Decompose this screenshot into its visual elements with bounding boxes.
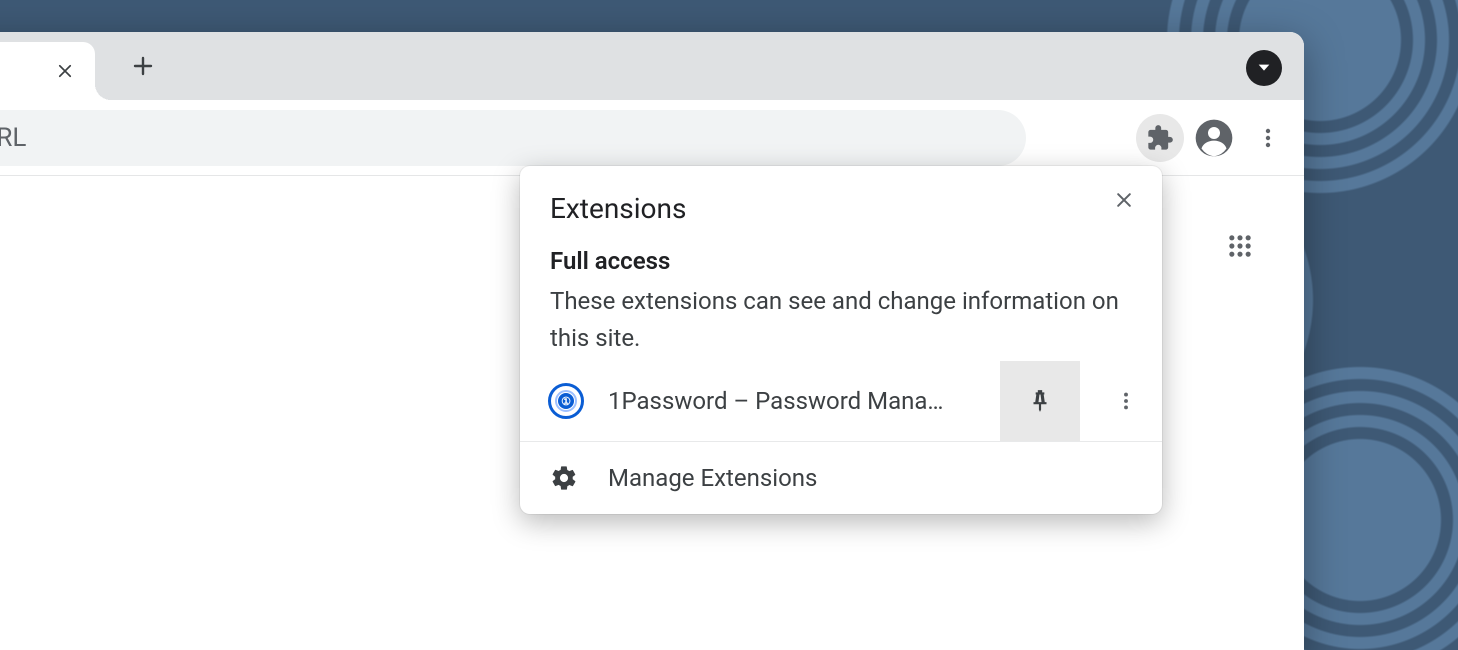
full-access-section: Full access These extensions can see and… xyxy=(520,231,1162,361)
caret-down-in-circle-icon xyxy=(1256,60,1272,76)
kebab-icon xyxy=(1256,126,1280,150)
close-tab-button[interactable] xyxy=(53,59,77,83)
profile-button[interactable] xyxy=(1190,114,1238,162)
extension-row: ① 1Password – Password Mana… xyxy=(520,361,1162,442)
active-tab[interactable] xyxy=(0,42,95,100)
address-input[interactable] xyxy=(0,122,1026,153)
close-icon xyxy=(56,62,74,80)
popup-title: Extensions xyxy=(550,192,686,225)
pin-icon xyxy=(1027,388,1053,414)
onepassword-glyph: ① xyxy=(558,393,574,409)
kebab-icon xyxy=(1115,390,1137,412)
toolbar: // show partial fragment as in screensho… xyxy=(0,100,1304,176)
person-circle-icon xyxy=(1194,118,1234,158)
extension-name[interactable]: 1Password – Password Mana… xyxy=(608,387,976,415)
new-tab-button[interactable] xyxy=(123,46,163,86)
plus-icon xyxy=(131,54,155,78)
google-apps-button[interactable] xyxy=(1216,222,1264,270)
search-tabs-button[interactable] xyxy=(1246,50,1282,86)
omnibox[interactable]: // show partial fragment as in screensho… xyxy=(0,110,1026,166)
gear-icon xyxy=(550,464,578,492)
extension-icon-1password: ① xyxy=(548,383,584,419)
section-description: These extensions can see and change info… xyxy=(550,283,1132,357)
browser-menu-button[interactable] xyxy=(1244,114,1292,162)
manage-extensions-label: Manage Extensions xyxy=(608,464,817,492)
manage-extensions-row[interactable]: Manage Extensions xyxy=(520,442,1162,514)
extension-more-button[interactable] xyxy=(1104,379,1148,423)
extensions-popup: Extensions Full access These extensions … xyxy=(520,166,1162,514)
puzzle-icon xyxy=(1146,124,1174,152)
tab-strip xyxy=(0,32,1304,100)
apps-grid-icon xyxy=(1226,232,1254,260)
extensions-button[interactable] xyxy=(1136,114,1184,162)
section-heading: Full access xyxy=(550,247,1132,275)
popup-close-button[interactable] xyxy=(1106,182,1142,218)
pin-extension-button[interactable] xyxy=(1000,361,1080,441)
close-icon xyxy=(1114,190,1134,210)
